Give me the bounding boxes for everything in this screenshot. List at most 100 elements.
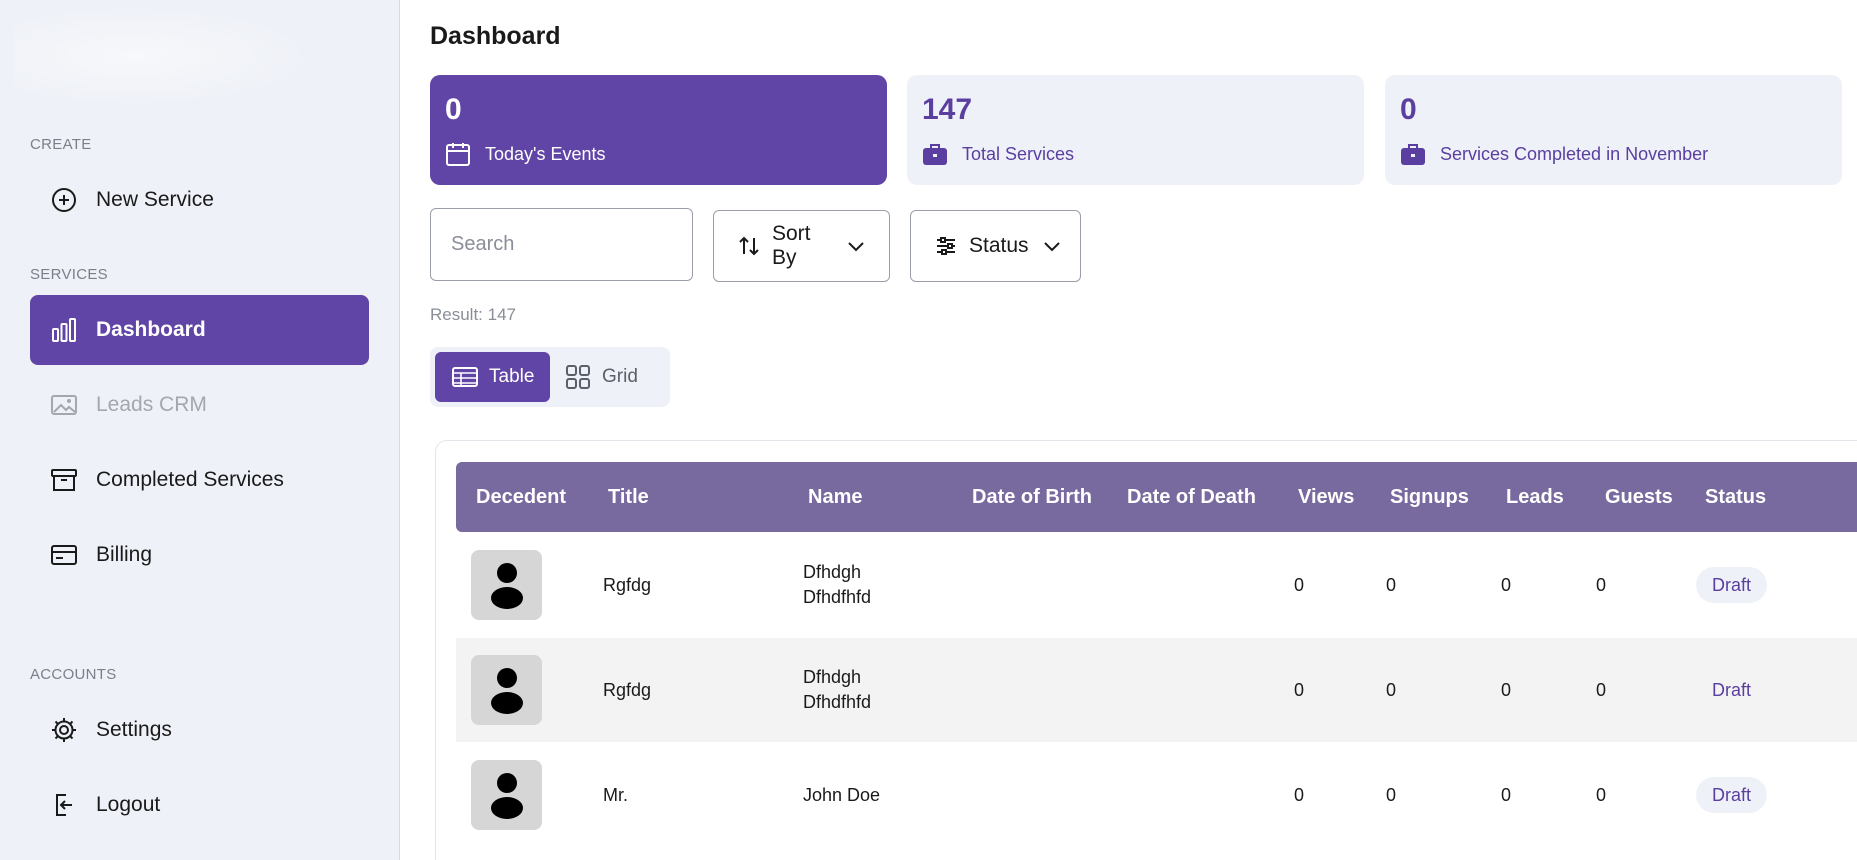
stat-value: 0 bbox=[445, 93, 462, 126]
table-row[interactable]: Rgfdg Dfhdgh Dfhdfhfd 0 0 0 0 Draft bbox=[456, 533, 1857, 637]
sort-arrows-icon bbox=[736, 233, 762, 259]
cell-title: Rgfdg bbox=[603, 574, 652, 595]
sidebar-item-leads-crm[interactable]: Leads CRM bbox=[30, 370, 369, 440]
column-header[interactable]: Title bbox=[608, 462, 649, 532]
sidebar-item-completed-services[interactable]: Completed Services bbox=[30, 445, 369, 515]
table-row[interactable]: Rgfdg Dfhdgh Dfhdfhfd 0 0 0 0 Draft bbox=[456, 638, 1857, 742]
column-header[interactable]: Guests bbox=[1605, 462, 1673, 532]
column-header[interactable]: Date of Death bbox=[1127, 462, 1256, 532]
cell-leads: 0 bbox=[1501, 574, 1512, 595]
column-header[interactable]: Leads bbox=[1506, 462, 1564, 532]
logout-icon bbox=[50, 791, 78, 819]
cell-name: Dfhdgh Dfhdfhfd bbox=[803, 533, 871, 637]
avatar bbox=[471, 655, 542, 725]
sidebar-item-label: New Service bbox=[96, 188, 214, 211]
sidebar-item-dashboard[interactable]: Dashboard bbox=[30, 295, 369, 365]
sidebar-item-label: Leads CRM bbox=[96, 393, 207, 416]
person-icon bbox=[490, 563, 523, 609]
name-first: Dfhdgh bbox=[803, 667, 862, 687]
chevron-down-icon bbox=[845, 235, 867, 257]
sidebar-item-logout[interactable]: Logout bbox=[30, 770, 369, 840]
briefcase-icon bbox=[922, 141, 948, 167]
stat-card-todays-events[interactable]: 0 Today's Events bbox=[430, 75, 887, 185]
section-label-services: SERVICES bbox=[30, 266, 108, 283]
column-header[interactable]: Views bbox=[1298, 462, 1354, 532]
view-toggle: Table Grid bbox=[430, 347, 670, 407]
cell-guests: 0 bbox=[1596, 679, 1607, 700]
result-count: Result: 147 bbox=[430, 305, 516, 324]
sidebar-item-label: Completed Services bbox=[96, 468, 284, 491]
sidebar: CREATE New Service SERVICES Dashboard Le… bbox=[0, 0, 400, 860]
view-grid-button[interactable]: Grid bbox=[548, 352, 654, 402]
sidebar-item-label: Logout bbox=[96, 793, 161, 816]
name-last: Dfhdfhfd bbox=[803, 692, 872, 712]
section-label-create: CREATE bbox=[30, 136, 92, 153]
sidebar-item-billing[interactable]: Billing bbox=[30, 520, 369, 590]
stat-label: Today's Events bbox=[485, 143, 606, 164]
gear-icon bbox=[50, 716, 78, 744]
image-icon bbox=[50, 391, 78, 419]
stat-label: Services Completed in November bbox=[1440, 143, 1709, 164]
bar-chart-icon bbox=[50, 316, 78, 344]
cell-signups: 0 bbox=[1386, 574, 1397, 595]
archive-box-icon bbox=[50, 466, 78, 494]
person-icon bbox=[490, 773, 523, 819]
column-header[interactable]: Name bbox=[808, 462, 862, 532]
stat-value: 147 bbox=[922, 93, 973, 126]
page-title: Dashboard bbox=[430, 22, 561, 50]
stat-card-services-completed[interactable]: 0 Services Completed in November bbox=[1385, 75, 1842, 185]
status-badge: Draft bbox=[1712, 679, 1752, 700]
table-row[interactable]: Mr. John Doe 0 0 0 0 Draft bbox=[456, 743, 1857, 847]
plus-circle-icon bbox=[50, 186, 78, 214]
name-first: Dfhdgh bbox=[803, 562, 862, 582]
status-dropdown[interactable]: Status bbox=[910, 210, 1081, 282]
sidebar-item-new-service[interactable]: New Service bbox=[30, 165, 369, 235]
view-table-button[interactable]: Table bbox=[435, 352, 551, 402]
logo[interactable] bbox=[14, 6, 314, 106]
status-filter-label: Status bbox=[969, 234, 1029, 257]
column-header[interactable]: Signups bbox=[1390, 462, 1469, 532]
cell-signups: 0 bbox=[1386, 679, 1397, 700]
cell-signups: 0 bbox=[1386, 784, 1397, 805]
cell-views: 0 bbox=[1294, 679, 1305, 700]
table-header: Decedent Title Name Date of Birth Date o… bbox=[456, 462, 1857, 532]
cell-title: Mr. bbox=[603, 784, 628, 805]
section-label-accounts: ACCOUNTS bbox=[30, 666, 117, 683]
column-header[interactable]: Date of Birth bbox=[972, 462, 1092, 532]
cell-guests: 0 bbox=[1596, 574, 1607, 595]
sidebar-item-settings[interactable]: Settings bbox=[30, 695, 369, 765]
sidebar-item-label: Settings bbox=[96, 718, 172, 741]
avatar bbox=[471, 550, 542, 620]
table-icon bbox=[451, 363, 479, 391]
credit-card-icon bbox=[50, 541, 78, 569]
cell-leads: 0 bbox=[1501, 679, 1512, 700]
name-last: Dfhdfhfd bbox=[803, 587, 872, 607]
name-first: John Doe bbox=[803, 784, 881, 805]
main-content: Dashboard 0 Today's Events 147 Total Ser… bbox=[400, 0, 1857, 860]
person-icon bbox=[490, 668, 523, 714]
search-input[interactable] bbox=[430, 208, 693, 281]
column-header[interactable]: Decedent bbox=[476, 462, 566, 532]
view-table-label: Table bbox=[489, 366, 535, 387]
briefcase-icon bbox=[1400, 141, 1426, 167]
chevron-down-icon bbox=[1041, 235, 1063, 257]
view-grid-label: Grid bbox=[602, 366, 638, 387]
sidebar-item-label: Billing bbox=[96, 543, 153, 566]
sort-by-dropdown[interactable]: Sort By bbox=[713, 210, 890, 282]
grid-icon bbox=[564, 363, 592, 391]
avatar bbox=[471, 760, 542, 830]
sort-by-label: Sort By bbox=[772, 222, 811, 269]
calendar-icon bbox=[445, 141, 471, 167]
column-header[interactable]: Status bbox=[1705, 462, 1766, 532]
cell-name: John Doe bbox=[803, 743, 880, 847]
status-badge: Draft bbox=[1696, 777, 1768, 813]
services-table: Decedent Title Name Date of Birth Date o… bbox=[435, 440, 1857, 860]
cell-views: 0 bbox=[1294, 784, 1305, 805]
cell-guests: 0 bbox=[1596, 784, 1607, 805]
status-badge: Draft bbox=[1696, 567, 1768, 603]
stat-card-total-services[interactable]: 147 Total Services bbox=[907, 75, 1364, 185]
stat-value: 0 bbox=[1400, 93, 1417, 126]
sidebar-item-label: Dashboard bbox=[96, 318, 206, 341]
cell-leads: 0 bbox=[1501, 784, 1512, 805]
sliders-icon bbox=[933, 233, 959, 259]
